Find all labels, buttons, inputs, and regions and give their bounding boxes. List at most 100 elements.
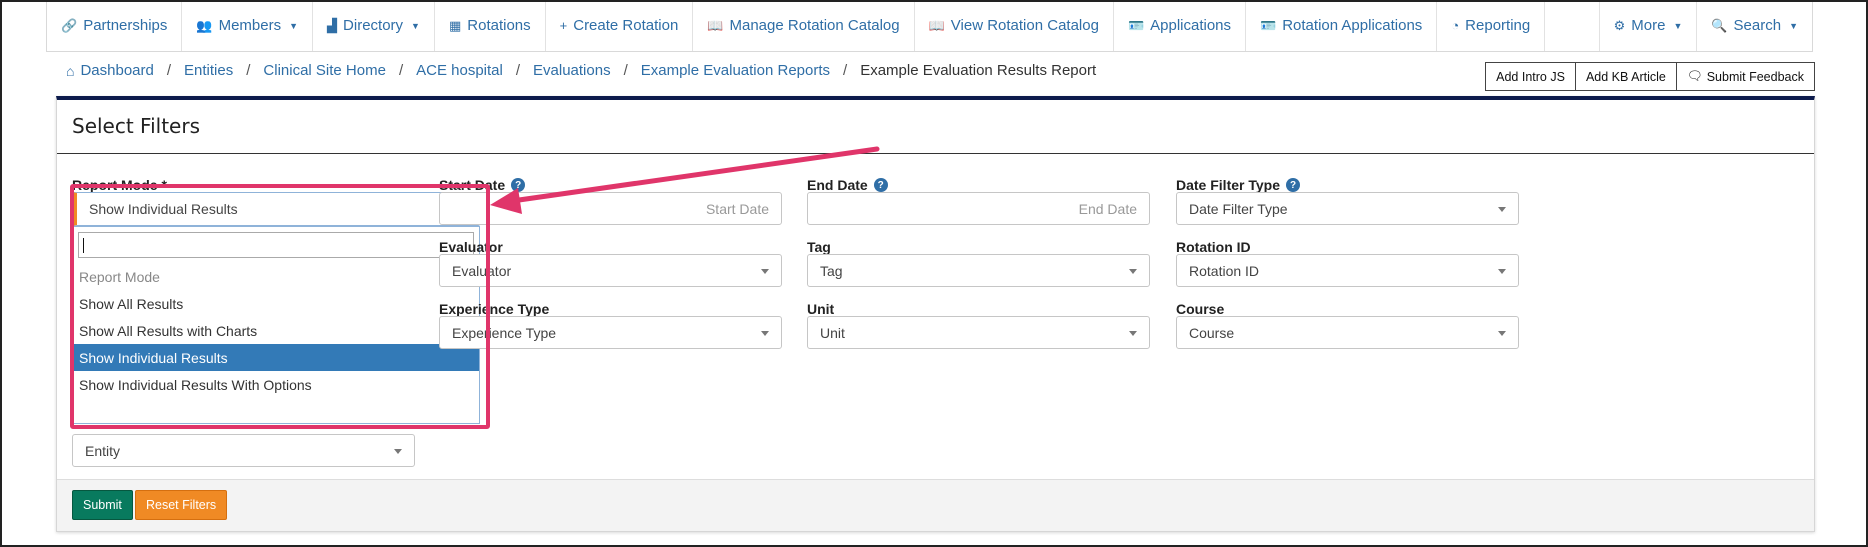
nav-more[interactable]: ⚙ More ▼ bbox=[1598, 0, 1697, 51]
nav-item-label: Applications bbox=[1150, 17, 1232, 34]
chevron-down-icon bbox=[1498, 331, 1506, 336]
table-icon: ▦ bbox=[448, 17, 462, 33]
search-icon: 🔍 bbox=[1711, 17, 1728, 33]
experience-type-placeholder: Experience Type bbox=[452, 324, 557, 341]
course-label: Course bbox=[1176, 301, 1224, 317]
unit-select[interactable]: Unit bbox=[807, 316, 1150, 349]
breadcrumb-separator: / bbox=[843, 62, 848, 79]
nav-item-label: Rotations bbox=[467, 17, 531, 34]
rotation-id-label-text: Rotation ID bbox=[1176, 239, 1251, 255]
breadcrumb-link[interactable]: Dashboard bbox=[80, 62, 153, 79]
evaluator-placeholder: Evaluator bbox=[452, 262, 512, 279]
report-mode-label-text: Report Mode * bbox=[72, 177, 167, 193]
nav-item-manage-rotation-catalog[interactable]: 📖 Manage Rotation Catalog bbox=[693, 0, 915, 51]
nav-item-reporting[interactable]: ◔ Reporting bbox=[1437, 0, 1546, 51]
report-mode-option[interactable]: Show Individual Results bbox=[73, 344, 479, 371]
breadcrumb-separator: / bbox=[515, 62, 521, 79]
dashboard-icon: ◔ bbox=[1451, 18, 1460, 33]
home-icon[interactable]: ⌂ bbox=[66, 63, 74, 79]
date-filter-type-placeholder: Date Filter Type bbox=[1189, 200, 1288, 217]
add-intro-js-button[interactable]: Add Intro JS bbox=[1485, 62, 1576, 91]
nav-item-label: Manage Rotation Catalog bbox=[729, 17, 900, 34]
id-card-icon: 🪪 bbox=[1260, 17, 1277, 33]
rotation-id-label: Rotation ID bbox=[1176, 239, 1251, 255]
card-title: Select Filters bbox=[72, 114, 201, 138]
entity-select[interactable]: Entity bbox=[72, 434, 415, 467]
nav-item-label: Directory bbox=[343, 17, 404, 34]
book-icon: 📖 bbox=[707, 17, 724, 33]
start-date-placeholder: Start Date bbox=[705, 200, 769, 217]
nav-search[interactable]: 🔍 Search ▼ bbox=[1696, 0, 1812, 51]
evaluator-label: Evaluator bbox=[439, 239, 503, 255]
caret-down-icon: ▼ bbox=[411, 20, 420, 31]
end-date-input[interactable]: End Date bbox=[807, 192, 1150, 225]
evaluator-select[interactable]: Evaluator bbox=[439, 254, 782, 287]
end-date-label: End Date ? bbox=[807, 177, 888, 193]
breadcrumb-link[interactable]: Example Evaluation Reports bbox=[641, 62, 830, 79]
reset-filters-button[interactable]: Reset Filters bbox=[135, 490, 228, 520]
caret-down-icon: ▼ bbox=[1673, 20, 1683, 31]
date-filter-type-select[interactable]: Date Filter Type bbox=[1176, 192, 1519, 225]
nav-item-create-rotation[interactable]: + Create Rotation bbox=[546, 0, 694, 51]
dropdown-search-input[interactable] bbox=[78, 232, 474, 258]
caret-down-icon: ▼ bbox=[1789, 20, 1798, 31]
top-navbar: 🔗 Partnerships 👥 Members ▼ ▟ Directory ▼ ▦ Rotati… bbox=[46, 0, 1813, 52]
nav-item-rotation-applications[interactable]: 🪪 Rotation Applications bbox=[1246, 0, 1438, 51]
tag-select[interactable]: Tag bbox=[807, 254, 1150, 287]
rotation-id-placeholder: Rotation ID bbox=[1189, 262, 1260, 279]
chevron-down-icon bbox=[1129, 331, 1137, 336]
link-icon: 🔗 bbox=[61, 17, 78, 33]
chevron-down-icon bbox=[1498, 269, 1506, 274]
date-filter-type-label: Date Filter Type ? bbox=[1176, 177, 1300, 193]
add-kb-article-button[interactable]: Add KB Article bbox=[1575, 62, 1677, 91]
nav-item-label: Partnerships bbox=[83, 17, 168, 34]
nav-item-label: Members bbox=[218, 17, 282, 34]
breadcrumb-link[interactable]: Entities bbox=[184, 62, 233, 79]
rotation-id-select[interactable]: Rotation ID bbox=[1176, 254, 1519, 287]
breadcrumb-link[interactable]: Evaluations bbox=[533, 62, 611, 79]
nav-item-rotations[interactable]: ▦ Rotations bbox=[435, 0, 546, 51]
experience-type-label: Experience Type bbox=[439, 301, 549, 317]
course-label-text: Course bbox=[1176, 301, 1225, 317]
help-icon[interactable]: ? bbox=[511, 178, 526, 192]
nav-item-applications[interactable]: 🪪 Applications bbox=[1114, 0, 1247, 51]
nav-more-label: More bbox=[1631, 17, 1666, 34]
report-mode-label: Report Mode * bbox=[72, 177, 167, 193]
text-cursor bbox=[83, 238, 84, 253]
report-mode-option[interactable]: Show All Results with Charts bbox=[73, 317, 479, 344]
breadcrumb-link[interactable]: Clinical Site Home bbox=[263, 62, 386, 79]
nav-item-members[interactable]: 👥 Members ▼ bbox=[182, 0, 314, 51]
nav-item-view-rotation-catalog[interactable]: 📖 View Rotation Catalog bbox=[915, 0, 1114, 51]
report-mode-value: Show Individual Results bbox=[89, 201, 238, 217]
breadcrumb-separator: / bbox=[166, 62, 172, 79]
report-mode-option: Report Mode bbox=[79, 268, 160, 285]
breadcrumb-link[interactable]: ACE hospital bbox=[416, 62, 503, 79]
experience-type-label-text: Experience Type bbox=[439, 301, 550, 317]
breadcrumb-current: Example Evaluation Results Report bbox=[860, 62, 1097, 79]
end-date-label-text: End Date bbox=[807, 177, 868, 193]
nav-item-label: Rotation Applications bbox=[1282, 17, 1423, 34]
tag-label: Tag bbox=[807, 239, 831, 255]
report-mode-option[interactable]: Show All Results bbox=[73, 290, 479, 317]
start-date-input[interactable]: Start Date bbox=[439, 192, 782, 225]
plus-icon: + bbox=[559, 18, 568, 33]
caret-down-icon: ▼ bbox=[289, 20, 299, 31]
nav-item-partnerships[interactable]: 🔗 Partnerships bbox=[47, 0, 183, 51]
chevron-down-icon bbox=[761, 269, 769, 274]
id-card-icon: 🪪 bbox=[1127, 17, 1145, 33]
unit-placeholder: Unit bbox=[820, 324, 845, 341]
chevron-down-icon bbox=[761, 331, 769, 336]
experience-type-select[interactable]: Experience Type bbox=[439, 316, 782, 349]
report-mode-option[interactable]: Show Individual Results With Options bbox=[73, 371, 479, 398]
course-select[interactable]: Course bbox=[1176, 316, 1519, 349]
help-icon[interactable]: ? bbox=[873, 178, 888, 192]
breadcrumb-separator: / bbox=[398, 62, 404, 79]
submit-button[interactable]: Submit bbox=[72, 490, 133, 520]
submit-feedback-button[interactable]: 🗨 Submit Feedback bbox=[1676, 62, 1815, 91]
users-icon: 👥 bbox=[196, 17, 213, 33]
nav-item-label: Reporting bbox=[1465, 17, 1531, 34]
report-mode-select[interactable]: Show Individual Results bbox=[72, 192, 480, 226]
help-icon[interactable]: ? bbox=[1286, 178, 1300, 192]
nav-item-directory[interactable]: ▟ Directory ▼ bbox=[313, 0, 435, 51]
comments-icon: 🗨 bbox=[1686, 69, 1703, 83]
